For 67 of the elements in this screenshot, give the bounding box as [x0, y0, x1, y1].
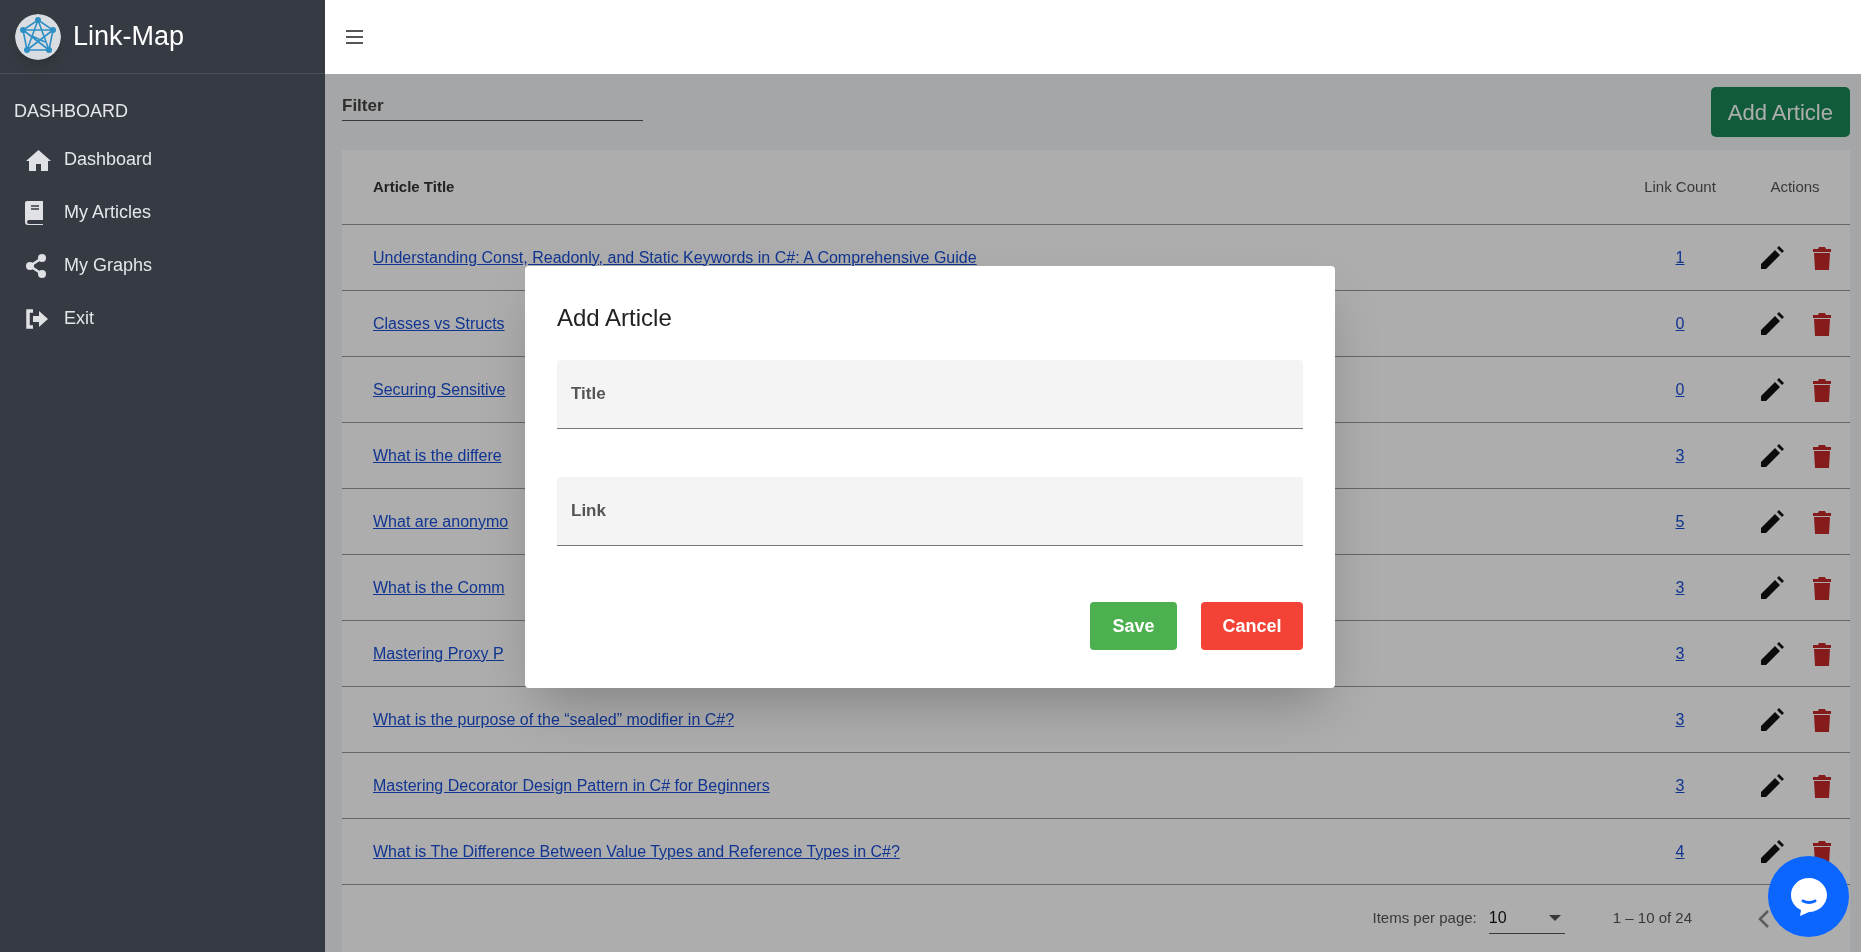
article-link[interactable]: Securing Sensitive: [373, 377, 506, 402]
delete-icon[interactable]: [1813, 509, 1831, 534]
delete-icon[interactable]: [1813, 443, 1831, 468]
link-count[interactable]: 3: [1675, 575, 1685, 600]
delete-icon[interactable]: [1813, 773, 1831, 798]
edit-icon[interactable]: [1759, 508, 1785, 535]
delete-icon[interactable]: [1813, 311, 1831, 336]
items-per-page-label: Items per page:: [1372, 908, 1477, 929]
link-count[interactable]: 0: [1675, 311, 1685, 336]
sidebar-item[interactable]: My Articles: [0, 186, 325, 239]
edit-icon[interactable]: [1759, 310, 1785, 337]
article-link[interactable]: Mastering Proxy P: [373, 641, 504, 666]
article-link[interactable]: Understanding Const, Readonly, and Static Keywords in C#: A Comprehensive Guide: [373, 245, 977, 270]
delete-icon[interactable]: [1813, 707, 1831, 732]
link-count[interactable]: 1: [1675, 245, 1685, 270]
share-icon: [25, 253, 47, 278]
edit-icon[interactable]: [1759, 838, 1785, 865]
edit-icon[interactable]: [1759, 574, 1785, 601]
edit-icon[interactable]: [1759, 376, 1785, 403]
article-link[interactable]: What is the differe: [373, 443, 502, 468]
column-header: Article Title: [373, 176, 456, 197]
article-link[interactable]: Mastering Decorator Design Pattern in C# for Beginners: [373, 773, 770, 798]
page-size-select[interactable]: 10: [1488, 903, 1565, 934]
article-link[interactable]: What is The Difference Between Value Types and Reference Types in C#?: [373, 839, 900, 864]
link-count[interactable]: 3: [1675, 773, 1685, 798]
link-count[interactable]: 5: [1675, 509, 1685, 534]
delete-icon[interactable]: [1813, 377, 1831, 402]
exit-icon: [25, 308, 49, 329]
logo-icon: [15, 13, 61, 60]
home-icon: [25, 148, 52, 171]
text-field[interactable]: Title: [557, 360, 1303, 429]
previous-page-icon[interactable]: [1758, 908, 1770, 929]
link-count[interactable]: 3: [1675, 443, 1685, 468]
edit-icon[interactable]: [1759, 442, 1785, 469]
page-range: 1 – 10 of 24: [1612, 908, 1692, 929]
section-heading: DASHBOARD: [13, 100, 130, 123]
sidebar-item[interactable]: My Graphs: [0, 239, 325, 292]
edit-icon[interactable]: [1759, 706, 1785, 733]
menu-icon[interactable]: [346, 30, 363, 44]
delete-icon[interactable]: [1813, 641, 1831, 666]
article-link[interactable]: What are anonymo: [373, 509, 509, 534]
delete-icon[interactable]: [1813, 245, 1831, 270]
link-count[interactable]: 4: [1675, 839, 1685, 864]
link-count[interactable]: 3: [1675, 641, 1685, 666]
link-count[interactable]: 0: [1675, 377, 1685, 402]
brand-name: Link-Map: [73, 20, 185, 54]
filter-field[interactable]: Filter: [342, 91, 643, 121]
sidebar-item[interactable]: Dashboard: [0, 133, 325, 186]
column-header: Link Count: [1643, 176, 1717, 197]
article-link[interactable]: What is the purpose of the “sealed” modifier in C#?: [373, 707, 735, 732]
edit-icon[interactable]: [1759, 772, 1785, 799]
chat-bubble-icon: [1789, 876, 1828, 917]
edit-icon[interactable]: [1759, 640, 1785, 667]
dialog-title: Add Article: [557, 306, 673, 330]
article-link[interactable]: What is the Comm: [373, 575, 505, 600]
dropdown-caret-icon: [1548, 915, 1561, 921]
delete-icon[interactable]: [1813, 575, 1831, 600]
sidebar-item[interactable]: Exit: [0, 292, 325, 345]
column-header: Actions: [1769, 176, 1821, 197]
add-article-button[interactable]: Add Article: [1710, 87, 1850, 137]
edit-icon[interactable]: [1759, 244, 1785, 271]
book-icon: [25, 200, 45, 225]
text-field[interactable]: Link: [557, 477, 1303, 546]
cancel-button[interactable]: Cancel: [1201, 602, 1303, 650]
article-link[interactable]: Classes vs Structs: [373, 311, 505, 336]
link-count[interactable]: 3: [1675, 707, 1685, 732]
save-button[interactable]: Save: [1090, 602, 1177, 650]
